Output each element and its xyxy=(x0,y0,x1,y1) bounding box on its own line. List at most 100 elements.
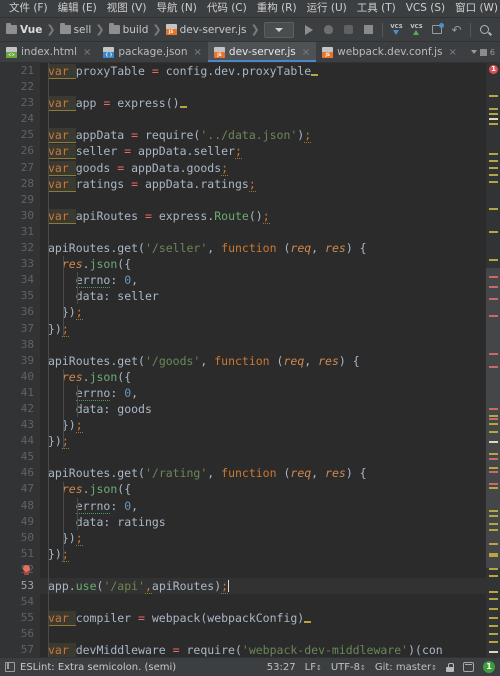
code-line[interactable]: res.json({ xyxy=(40,481,500,497)
error-stripe-mark[interactable] xyxy=(489,231,498,233)
error-stripe-mark[interactable] xyxy=(489,515,498,517)
menu-navigate[interactable]: 导航 (N) xyxy=(151,0,201,17)
error-stripe-mark[interactable] xyxy=(489,418,498,420)
vcs-update-project-button[interactable]: VCS xyxy=(387,21,406,39)
vcs-commit-button[interactable]: VCS xyxy=(407,21,426,39)
line-number[interactable]: 39 xyxy=(0,353,40,369)
close-icon[interactable]: × xyxy=(302,47,310,58)
error-stripe-mark[interactable] xyxy=(489,471,498,473)
error-stripe-mark[interactable] xyxy=(489,431,498,433)
error-stripe-mark[interactable] xyxy=(489,441,498,443)
code-line[interactable]: }); xyxy=(40,530,500,546)
line-number[interactable]: 26 xyxy=(0,143,40,159)
line-number[interactable]: 41 xyxy=(0,385,40,401)
code-content[interactable]: var proxyTable = config.dev.proxyTable va… xyxy=(40,63,500,657)
error-stripe-mark[interactable] xyxy=(489,108,498,110)
code-line[interactable]: var compiler = webpack(webpackConfig) xyxy=(40,610,500,627)
line-number[interactable]: 46 xyxy=(0,465,40,481)
menu-window[interactable]: 窗口 (W) xyxy=(450,0,500,17)
file-encoding[interactable]: UTF-8↕ xyxy=(331,662,366,673)
breadcrumb-item-build[interactable]: build xyxy=(108,23,148,36)
error-stripe-mark[interactable] xyxy=(489,641,498,643)
error-stripe-mark[interactable] xyxy=(489,286,498,288)
error-stripe-mark[interactable] xyxy=(489,608,498,610)
code-line[interactable]: data: ratings xyxy=(40,514,500,530)
code-line[interactable] xyxy=(40,626,500,642)
code-line[interactable] xyxy=(40,337,500,353)
code-line[interactable]: apiRoutes.get('/seller', function (req, … xyxy=(40,240,500,256)
vcs-history-button[interactable] xyxy=(427,21,446,39)
line-number[interactable]: 30 xyxy=(0,208,40,224)
line-number[interactable]: 36 xyxy=(0,304,40,320)
error-stripe-mark[interactable] xyxy=(489,167,498,169)
caret-position[interactable]: 53:27 xyxy=(267,662,296,673)
error-stripe-mark[interactable] xyxy=(489,174,498,176)
code-editor[interactable]: 21 22 23 24 25 26 27 28 29 30 31 32 33 34 35 36 37 38 39 40… xyxy=(0,63,500,657)
code-line[interactable] xyxy=(40,111,500,127)
error-stripe-mark[interactable] xyxy=(489,453,498,455)
breadcrumb-item-vue[interactable]: Vue xyxy=(6,23,42,36)
code-line[interactable]: }); xyxy=(40,321,500,337)
line-number[interactable]: 45 xyxy=(0,449,40,465)
error-stripe-mark[interactable] xyxy=(489,523,498,525)
error-stripe-mark[interactable] xyxy=(489,181,498,183)
git-branch[interactable]: Git: master↕ xyxy=(375,662,437,673)
error-stripe-mark[interactable] xyxy=(489,651,498,653)
menu-refactor[interactable]: 重构 (R) xyxy=(252,0,302,17)
search-everywhere-button[interactable] xyxy=(475,21,494,39)
line-number[interactable]: 56 xyxy=(0,626,40,642)
error-stripe-mark[interactable] xyxy=(489,415,498,417)
line-number[interactable]: 32 xyxy=(0,240,40,256)
code-line[interactable]: }); xyxy=(40,417,500,434)
breadcrumb-item-sell[interactable]: sell xyxy=(59,23,91,36)
close-icon[interactable]: × xyxy=(449,47,457,58)
line-number[interactable]: 38 xyxy=(0,337,40,353)
code-line[interactable]: errno: 0, xyxy=(40,385,500,401)
error-stripe-mark[interactable] xyxy=(489,298,498,300)
code-line[interactable] xyxy=(40,594,500,610)
line-number[interactable]: 42 xyxy=(0,401,40,417)
readonly-lock-icon[interactable] xyxy=(446,662,454,672)
line-number[interactable]: 24 xyxy=(0,111,40,127)
code-line[interactable] xyxy=(40,449,500,465)
code-line[interactable]: var goods = appData.goods; xyxy=(40,160,500,176)
line-number[interactable]: 31 xyxy=(0,224,40,240)
error-stripe-mark[interactable] xyxy=(489,95,498,97)
error-stripe-mark[interactable] xyxy=(489,366,498,368)
line-number[interactable]: 55 xyxy=(0,610,40,626)
error-stripe-mark[interactable] xyxy=(489,113,498,115)
error-stripe-scrollbar[interactable]: 1 xyxy=(486,63,500,657)
line-number[interactable]: 54 xyxy=(0,594,40,610)
run-button[interactable] xyxy=(299,21,318,39)
code-line[interactable]: errno: 0, xyxy=(40,272,500,289)
line-number[interactable]: 50 xyxy=(0,530,40,546)
line-number[interactable]: 28 xyxy=(0,176,40,192)
error-stripe-mark[interactable] xyxy=(489,598,498,600)
error-stripe-mark[interactable] xyxy=(489,276,498,278)
line-number[interactable]: 27 xyxy=(0,160,40,176)
line-number[interactable]: 49 xyxy=(0,514,40,530)
line-number[interactable]: 35 xyxy=(0,288,40,304)
error-stripe-mark[interactable] xyxy=(489,458,498,460)
line-number[interactable]: 43 xyxy=(0,417,40,433)
code-line[interactable]: res.json({ xyxy=(40,256,500,272)
line-number[interactable]: 57 xyxy=(0,642,40,657)
editor-tab-dev-server-js[interactable]: dev-server.js × xyxy=(207,42,317,62)
tab-bar-overflow[interactable]: 6 xyxy=(470,42,500,62)
error-stripe-mark[interactable] xyxy=(489,118,498,120)
error-stripe-mark[interactable] xyxy=(489,487,498,489)
memory-indicator-icon[interactable] xyxy=(463,662,474,672)
line-number[interactable]: 29 xyxy=(0,192,40,208)
line-number[interactable]: 52 xyxy=(0,562,40,578)
error-stripe-mark[interactable] xyxy=(489,353,498,355)
menu-run[interactable]: 运行 (U) xyxy=(302,0,352,17)
error-stripe-mark[interactable] xyxy=(489,575,498,577)
inspection-status-badge[interactable]: 1 xyxy=(483,661,495,673)
run-configurations-selector[interactable] xyxy=(264,21,294,38)
error-stripe-mark[interactable] xyxy=(489,408,498,410)
line-number[interactable]: 53 xyxy=(0,578,40,594)
error-stripe-mark[interactable] xyxy=(489,423,498,425)
code-line[interactable]: var proxyTable = config.dev.proxyTable xyxy=(40,63,500,79)
error-stripe-mark[interactable] xyxy=(489,510,498,512)
editor-tab-index-html[interactable]: index.html × xyxy=(0,42,97,62)
